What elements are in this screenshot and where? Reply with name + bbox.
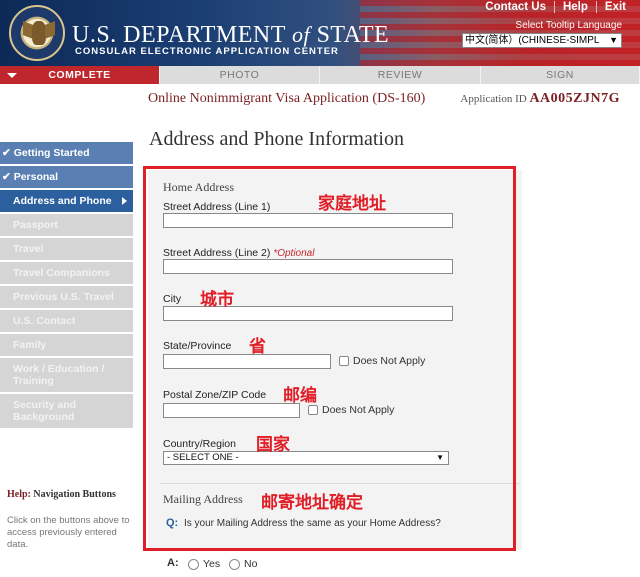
progress-tabs: COMPLETE PHOTO REVIEW SIGN bbox=[0, 66, 640, 84]
help-text: Click on the buttons above to access pre… bbox=[7, 515, 130, 550]
mailing-same-no[interactable]: No bbox=[229, 558, 257, 570]
annotation-city: 城市 bbox=[200, 290, 234, 310]
tooltip-language-label: Select Tooltip Language bbox=[515, 20, 622, 31]
exit-link[interactable]: Exit bbox=[595, 1, 634, 13]
tab-review[interactable]: REVIEW bbox=[320, 66, 481, 84]
answer-marker: A: bbox=[167, 557, 179, 569]
annotation-postal: 邮编 bbox=[283, 386, 317, 406]
sidebar-item-travel-companions: Travel Companions bbox=[0, 262, 133, 284]
application-id: Application ID AA005ZJN7G bbox=[460, 91, 620, 106]
contact-us-link[interactable]: Contact Us bbox=[477, 1, 554, 13]
sidebar-item-family: Family bbox=[0, 334, 133, 356]
language-selected-value: 中文(简体）(CHINESE-SIMPL bbox=[465, 35, 600, 46]
yes-radio[interactable] bbox=[188, 558, 199, 570]
chevron-down-icon: ▼ bbox=[609, 35, 618, 45]
no-radio[interactable] bbox=[229, 558, 240, 570]
help-link[interactable]: Help bbox=[553, 1, 596, 13]
caret-right-icon bbox=[122, 197, 127, 205]
triangle-down-icon bbox=[7, 73, 17, 78]
page-title: Address and Phone Information bbox=[149, 128, 404, 150]
help-title: Help: Navigation Buttons bbox=[7, 489, 116, 500]
sidebar-item-getting-started[interactable]: ✔ Getting Started bbox=[0, 142, 133, 164]
sidebar-item-us-contact: U.S. Contact bbox=[0, 310, 133, 332]
sidebar-item-work-education: Work / Education / Training bbox=[0, 358, 133, 392]
sidebar-item-address-and-phone[interactable]: Address and Phone bbox=[0, 190, 133, 212]
sidebar-item-previous-us-travel: Previous U.S. Travel bbox=[0, 286, 133, 308]
annotation-province: 省 bbox=[249, 337, 266, 357]
tab-complete[interactable]: COMPLETE bbox=[0, 66, 160, 84]
annotation-country: 国家 bbox=[256, 435, 290, 455]
top-links: Contact Us Help Exit bbox=[477, 1, 634, 13]
tooltip-language-select[interactable]: 中文(简体）(CHINESE-SIMPL ▼ bbox=[462, 33, 622, 48]
tab-photo[interactable]: PHOTO bbox=[160, 66, 320, 84]
consular-center-title: CONSULAR ELECTRONIC APPLICATION CENTER bbox=[75, 46, 339, 57]
site-header: U.S. DEPARTMENT of STATE CONSULAR ELECTR… bbox=[0, 0, 640, 66]
department-seal-icon bbox=[9, 5, 65, 61]
sidebar-item-travel: Travel bbox=[0, 238, 133, 260]
sidebar-nav: ✔ Getting Started ✔ Personal Address and… bbox=[0, 142, 133, 430]
annotation-home-address: 家庭地址 bbox=[318, 194, 386, 214]
department-brand: U.S. DEPARTMENT of STATE bbox=[72, 22, 390, 48]
application-id-value: AA005ZJN7G bbox=[529, 91, 620, 106]
tab-sign[interactable]: SIGN bbox=[481, 66, 640, 84]
sidebar-item-passport: Passport bbox=[0, 214, 133, 236]
sidebar-item-personal[interactable]: ✔ Personal bbox=[0, 166, 133, 188]
annotation-mailing: 邮寄地址确定 bbox=[261, 493, 363, 513]
mailing-same-yes[interactable]: Yes bbox=[188, 558, 220, 570]
sidebar-item-security-background: Security and Background bbox=[0, 394, 133, 428]
form-title: Online Nonimmigrant Visa Application (DS… bbox=[148, 91, 426, 106]
